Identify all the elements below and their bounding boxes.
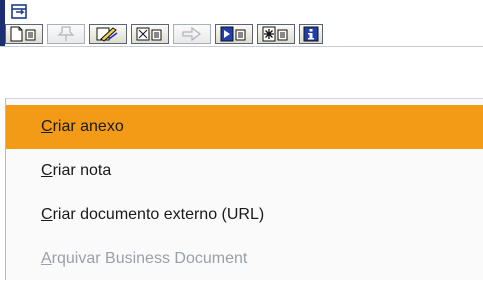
attachment-list-button[interactable] bbox=[131, 24, 169, 44]
edit-note-icon bbox=[95, 26, 121, 42]
play-document-icon bbox=[219, 26, 249, 42]
menu-item-mnemonic: C bbox=[41, 206, 53, 223]
attach-button[interactable] bbox=[47, 24, 85, 44]
menu-item-criar-documento-externo[interactable]: Criar documento externo (URL) bbox=[6, 193, 483, 237]
execute-button[interactable] bbox=[215, 24, 253, 44]
info-icon bbox=[303, 26, 319, 42]
menu-item-mnemonic: C bbox=[41, 162, 53, 179]
menu-item-criar-nota[interactable]: Criar nota bbox=[6, 149, 483, 193]
menu-item-mnemonic: A bbox=[41, 250, 52, 267]
special-button[interactable] bbox=[257, 24, 295, 44]
menu-item-mnemonic: C bbox=[41, 118, 53, 135]
menu-item-label: rquivar Business Document bbox=[51, 250, 248, 267]
menu-item-label: riar anexo bbox=[52, 118, 124, 135]
star-document-icon bbox=[261, 26, 291, 42]
attachment-list-icon bbox=[135, 26, 165, 42]
menu-item-label: riar nota bbox=[52, 162, 112, 179]
menu-item-label: riar documento externo (URL) bbox=[52, 206, 265, 223]
create-button[interactable] bbox=[5, 24, 43, 44]
send-arrow-icon bbox=[180, 26, 204, 42]
title-bar bbox=[0, 0, 483, 47]
create-document-icon bbox=[9, 26, 39, 42]
attachment-pin-icon bbox=[55, 26, 77, 42]
menu-item-arquivar-business-document[interactable]: Arquivar Business Document bbox=[6, 237, 483, 281]
menu-item-criar-anexo[interactable]: Criar anexo bbox=[6, 105, 483, 149]
context-menu: Criar anexo Criar nota Criar documento e… bbox=[5, 98, 483, 280]
edit-note-button[interactable] bbox=[89, 24, 127, 44]
attachment-toolbar bbox=[5, 24, 483, 44]
send-button[interactable] bbox=[173, 24, 211, 44]
menu-window-icon[interactable] bbox=[11, 4, 27, 20]
info-button[interactable] bbox=[299, 24, 323, 44]
